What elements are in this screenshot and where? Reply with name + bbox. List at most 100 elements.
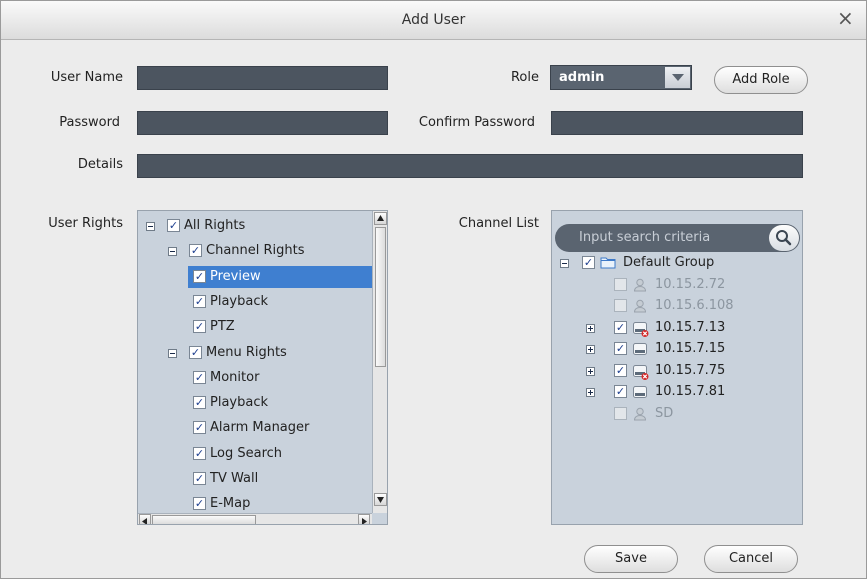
checkbox[interactable]: ✓ <box>193 497 206 511</box>
channel-item-label: 10.15.7.81 <box>655 384 726 399</box>
add-role-button[interactable]: Add Role <box>714 66 808 94</box>
tree-item[interactable]: ✓ Preview <box>188 265 372 288</box>
collapse-icon[interactable] <box>168 247 177 257</box>
horizontal-scroll-thumb[interactable] <box>152 515 256 524</box>
checkbox[interactable]: ✓ <box>167 219 180 232</box>
tree-item[interactable]: ✓ Playback <box>188 392 274 414</box>
search-icon[interactable] <box>769 225 799 251</box>
password-label: Password <box>59 115 120 130</box>
cancel-button[interactable]: Cancel <box>704 545 798 573</box>
checkbox[interactable]: ✓ <box>193 421 206 435</box>
close-icon[interactable]: × <box>837 8 854 28</box>
tree-item[interactable]: ✓ PTZ <box>188 316 241 338</box>
checkbox[interactable]: ✓ <box>193 472 206 485</box>
collapse-icon[interactable] <box>146 222 155 231</box>
checkbox[interactable]: ✓ <box>614 385 627 398</box>
add-user-dialog: Add User × User Name Role admin Add Role… <box>0 0 867 579</box>
tree-item[interactable]: ✓ E-Map <box>188 493 256 515</box>
vertical-scroll-thumb[interactable] <box>375 227 386 367</box>
channel-item[interactable]: SD <box>611 403 673 425</box>
confirm-password-input[interactable] <box>551 111 803 135</box>
checkbox[interactable]: ✓ <box>189 244 202 258</box>
checkbox[interactable] <box>614 406 627 420</box>
channel-item-label: 10.15.7.15 <box>655 341 726 356</box>
checkbox[interactable]: ✓ <box>193 294 206 308</box>
tree-item[interactable]: ✓ All Rights <box>162 215 251 237</box>
channel-item[interactable]: ✓ 10.15.7.15 <box>611 338 725 360</box>
collapse-icon[interactable] <box>168 348 177 358</box>
channel-item-label: 10.15.7.13 <box>655 319 726 335</box>
search-input[interactable]: Input search criteria <box>579 230 710 245</box>
channel-item[interactable]: 10.15.2.72 <box>611 274 725 296</box>
checkbox[interactable]: ✓ <box>582 256 595 269</box>
tree-item-label: Preview <box>210 268 261 284</box>
checkbox[interactable]: ✓ <box>193 320 206 334</box>
tree-item[interactable]: ✓ Menu Rights <box>184 342 293 364</box>
group-item[interactable]: ✓ Default Group <box>579 252 714 274</box>
scroll-left-icon[interactable] <box>139 514 151 524</box>
expand-icon[interactable] <box>586 323 595 333</box>
checkbox[interactable] <box>614 277 627 291</box>
channel-item[interactable]: ✓ 10.15.7.81 <box>611 381 725 403</box>
channel-search-box[interactable]: Input search criteria <box>555 224 800 252</box>
channel-item[interactable]: ✓ 10.15.7.13 <box>611 317 725 339</box>
tree-item-label: E-Map <box>210 496 251 512</box>
title-bar: Add User × <box>1 1 866 40</box>
checkbox[interactable]: ✓ <box>614 342 627 355</box>
checkbox[interactable] <box>614 299 627 312</box>
checkbox[interactable]: ✓ <box>614 320 627 334</box>
tree-item[interactable]: ✓ Channel Rights <box>184 240 311 262</box>
role-selected-value: admin <box>559 70 605 85</box>
channel-item-label: 10.15.7.75 <box>655 362 726 378</box>
channel-list-tree[interactable]: Input search criteria ✓ Default Group 10.1… <box>551 210 803 525</box>
tree-item-label: All Rights <box>184 218 246 233</box>
tree-item[interactable]: ✓ Monitor <box>188 367 265 389</box>
channel-item-label: 10.15.2.72 <box>655 276 726 292</box>
channel-item-label: SD <box>655 405 674 421</box>
user-name-input[interactable] <box>137 66 388 90</box>
tree-item-label: Menu Rights <box>206 344 287 360</box>
tree-item-label: Channel Rights <box>206 243 305 259</box>
details-label: Details <box>77 157 123 172</box>
collapse-icon[interactable] <box>560 259 569 268</box>
tree-item-label: Log Search <box>210 445 283 461</box>
confirm-password-label: Confirm Password <box>418 115 535 130</box>
channel-item-label: 10.15.6.108 <box>655 298 734 313</box>
tree-item-label: PTZ <box>210 319 235 335</box>
scroll-up-icon[interactable] <box>374 212 387 225</box>
tree-item[interactable]: ✓ Log Search <box>188 443 288 465</box>
role-select[interactable]: admin <box>550 65 692 90</box>
expand-icon[interactable] <box>586 366 595 376</box>
channel-item[interactable]: 10.15.6.108 <box>611 295 734 317</box>
expand-icon[interactable] <box>586 388 595 397</box>
role-label: Role <box>510 70 539 85</box>
channel-item-label: Default Group <box>623 255 715 270</box>
checkbox[interactable]: ✓ <box>193 370 206 384</box>
tree-item[interactable]: ✓ Alarm Manager <box>188 417 315 439</box>
channel-item[interactable]: ✓ 10.15.7.75 <box>611 360 725 382</box>
tree-item-label: Alarm Manager <box>210 420 310 436</box>
scroll-right-icon[interactable] <box>358 514 370 524</box>
tree-item-label: Monitor <box>210 369 260 385</box>
checkbox[interactable]: ✓ <box>189 345 202 359</box>
user-rights-tree[interactable]: ✓ All Rights ✓ Channel Rights ✓ Preview ✓ Playb… <box>137 210 388 525</box>
camera-user-icon <box>632 406 648 430</box>
chevron-down-icon[interactable] <box>665 67 690 88</box>
scroll-down-icon[interactable] <box>374 493 387 506</box>
vertical-scrollbar[interactable] <box>372 211 387 513</box>
checkbox[interactable]: ✓ <box>193 396 206 410</box>
checkbox[interactable]: ✓ <box>614 363 627 377</box>
checkbox[interactable]: ✓ <box>193 269 206 283</box>
save-button[interactable]: Save <box>584 545 678 573</box>
user-name-label: User Name <box>50 70 123 85</box>
expand-icon[interactable] <box>586 345 595 354</box>
details-input[interactable] <box>137 154 803 178</box>
tree-item-label: TV Wall <box>210 471 259 486</box>
checkbox[interactable]: ✓ <box>193 446 206 460</box>
channel-list-label: Channel List <box>458 216 539 231</box>
dialog-title: Add User <box>401 12 466 28</box>
tree-item[interactable]: ✓ TV Wall <box>188 468 264 490</box>
user-rights-label: User Rights <box>48 216 123 231</box>
tree-item[interactable]: ✓ Playback <box>188 291 274 313</box>
password-input[interactable] <box>137 111 388 135</box>
